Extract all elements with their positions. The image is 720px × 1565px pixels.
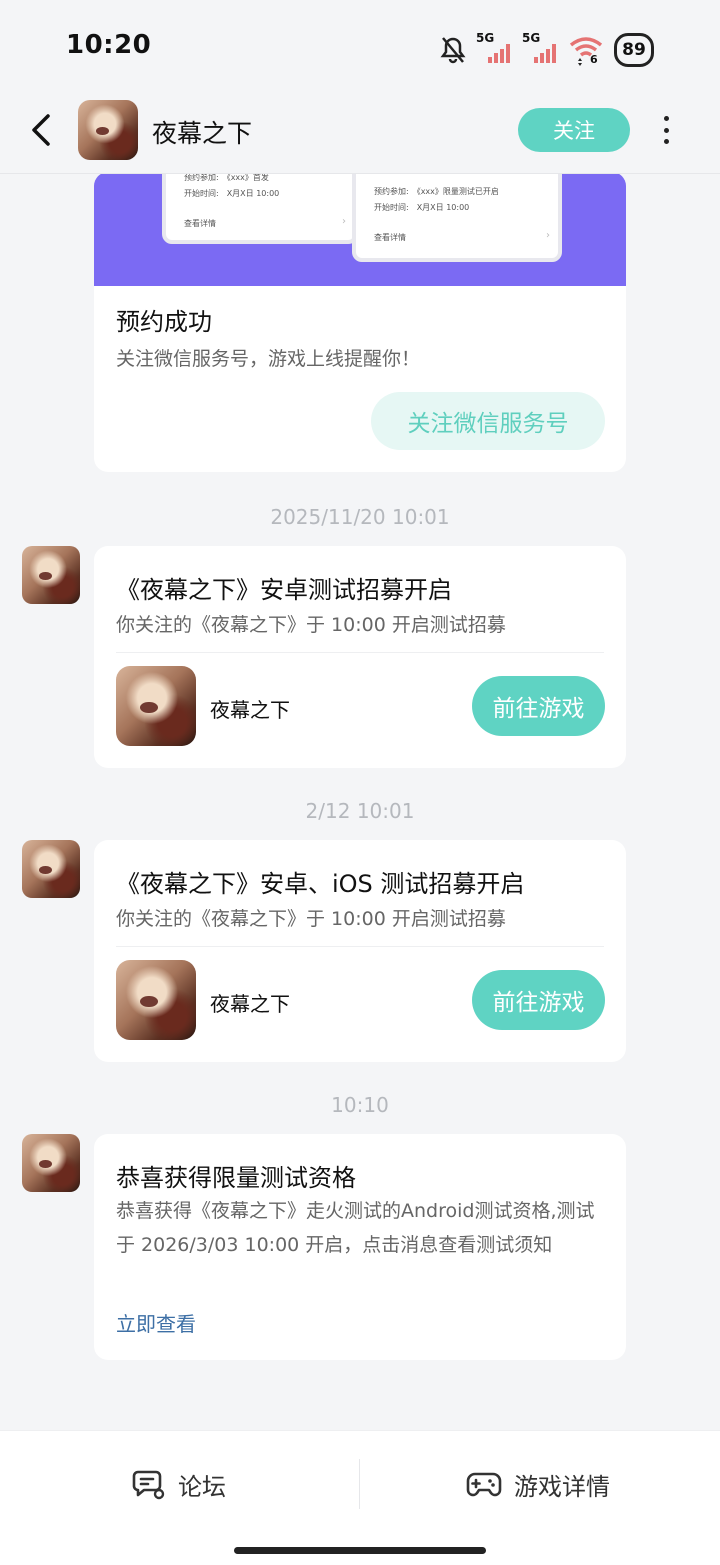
page-title: 夜幕之下 bbox=[152, 119, 253, 148]
message-timestamp: 10:10 bbox=[331, 1093, 389, 1117]
status-time: 10:20 bbox=[66, 30, 152, 60]
view-now-link[interactable]: 立即查看 bbox=[116, 1308, 196, 1337]
status-bar: 10:20 5G 5G 6 89 bbox=[0, 0, 720, 96]
mock-row: 开始时间: X月X日 10:00 bbox=[184, 189, 280, 198]
mock-row: 预约参加: 《xxx》首发 bbox=[184, 174, 269, 182]
mock-link: 查看详情 bbox=[184, 219, 216, 228]
game-avatar[interactable] bbox=[78, 100, 138, 160]
go-to-game-button[interactable]: 前往游戏 bbox=[472, 676, 605, 736]
mock-row: 预约参加: 《xxx》限量测试已开启 bbox=[374, 187, 499, 196]
tab-label: 游戏详情 bbox=[514, 1472, 610, 1501]
message-card[interactable]: 《夜幕之下》安卓、iOS 测试招募开启 你关注的《夜幕之下》于 10:00 开启… bbox=[94, 840, 626, 1062]
sender-avatar[interactable] bbox=[22, 1134, 80, 1192]
message-title: 《夜幕之下》安卓、iOS 测试招募开启 bbox=[116, 870, 525, 898]
game-icon bbox=[116, 666, 196, 746]
mute-icon bbox=[440, 37, 466, 64]
message-timestamp: 2/12 10:01 bbox=[305, 799, 415, 823]
mock-link: 查看详情 bbox=[374, 233, 406, 242]
more-icon[interactable] bbox=[656, 112, 676, 148]
gamepad-icon bbox=[466, 1472, 502, 1497]
message-title: 恭喜获得限量测试资格 bbox=[116, 1164, 356, 1192]
battery-level: 89 bbox=[622, 40, 646, 60]
battery-icon: 89 bbox=[614, 33, 654, 67]
status-icons: 5G 5G 6 89 bbox=[440, 30, 654, 70]
banner-illustration: 预约参加: 《xxx》首发 开始时间: X月X日 10:00 查看详情 › 预约… bbox=[94, 174, 626, 286]
message-timestamp: 2025/11/20 10:01 bbox=[270, 505, 450, 529]
tab-label: 论坛 bbox=[178, 1472, 226, 1501]
bottom-bar: 论坛 游戏详情 bbox=[0, 1430, 720, 1565]
go-to-game-button[interactable]: 前往游戏 bbox=[472, 970, 605, 1030]
game-name: 夜幕之下 bbox=[210, 992, 290, 1016]
tab-game-details[interactable]: 游戏详情 bbox=[466, 1453, 610, 1515]
follow-wechat-button[interactable]: 关注微信服务号 bbox=[371, 392, 605, 450]
message-subtitle: 你关注的《夜幕之下》于 10:00 开启测试招募 bbox=[116, 614, 506, 636]
message-subtitle: 你关注的《夜幕之下》于 10:00 开启测试招募 bbox=[116, 908, 506, 930]
reservation-title: 预约成功 bbox=[116, 308, 212, 336]
divider bbox=[116, 946, 604, 947]
signal-icon: 5G bbox=[476, 31, 512, 67]
message-list[interactable]: 预约参加: 《xxx》首发 开始时间: X月X日 10:00 查看详情 › 预约… bbox=[0, 174, 720, 1430]
message-body: 恭喜获得《夜幕之下》走火测试的Android测试资格,测试于 2026/3/03… bbox=[116, 1200, 595, 1256]
reservation-subtitle: 关注微信服务号，游戏上线提醒你！ bbox=[116, 348, 421, 370]
divider bbox=[116, 652, 604, 653]
sender-avatar[interactable] bbox=[22, 546, 80, 604]
message-card[interactable]: 恭喜获得限量测试资格 恭喜获得《夜幕之下》走火测试的Android测试资格,测试… bbox=[94, 1134, 626, 1360]
wifi-badge: 6 bbox=[590, 53, 598, 66]
game-icon bbox=[116, 960, 196, 1040]
divider bbox=[359, 1459, 360, 1509]
tab-forum[interactable]: 论坛 bbox=[132, 1453, 226, 1515]
back-button[interactable] bbox=[26, 108, 60, 152]
message-card[interactable]: 《夜幕之下》安卓测试招募开启 你关注的《夜幕之下》于 10:00 开启测试招募 … bbox=[94, 546, 626, 768]
message-title: 《夜幕之下》安卓测试招募开启 bbox=[116, 576, 452, 604]
signal-icon: 5G bbox=[522, 31, 558, 67]
mock-card: 预约参加: 《xxx》首发 开始时间: X月X日 10:00 查看详情 › bbox=[162, 174, 358, 244]
chevron-right-icon: › bbox=[342, 216, 346, 227]
follow-button[interactable]: 关注 bbox=[518, 108, 630, 152]
forum-icon bbox=[132, 1470, 165, 1500]
app-header: 夜幕之下 关注 bbox=[0, 86, 720, 174]
mock-row: 开始时间: X月X日 10:00 bbox=[374, 203, 470, 212]
wifi-icon: 6 bbox=[568, 33, 604, 67]
reservation-card: 预约参加: 《xxx》首发 开始时间: X月X日 10:00 查看详情 › 预约… bbox=[94, 174, 626, 472]
home-indicator[interactable] bbox=[234, 1547, 486, 1554]
game-name: 夜幕之下 bbox=[210, 698, 290, 722]
chevron-right-icon: › bbox=[546, 230, 550, 241]
sender-avatar[interactable] bbox=[22, 840, 80, 898]
back-icon bbox=[32, 114, 50, 146]
mock-card: 预约参加: 《xxx》限量测试已开启 开始时间: X月X日 10:00 查看详情… bbox=[352, 174, 562, 262]
